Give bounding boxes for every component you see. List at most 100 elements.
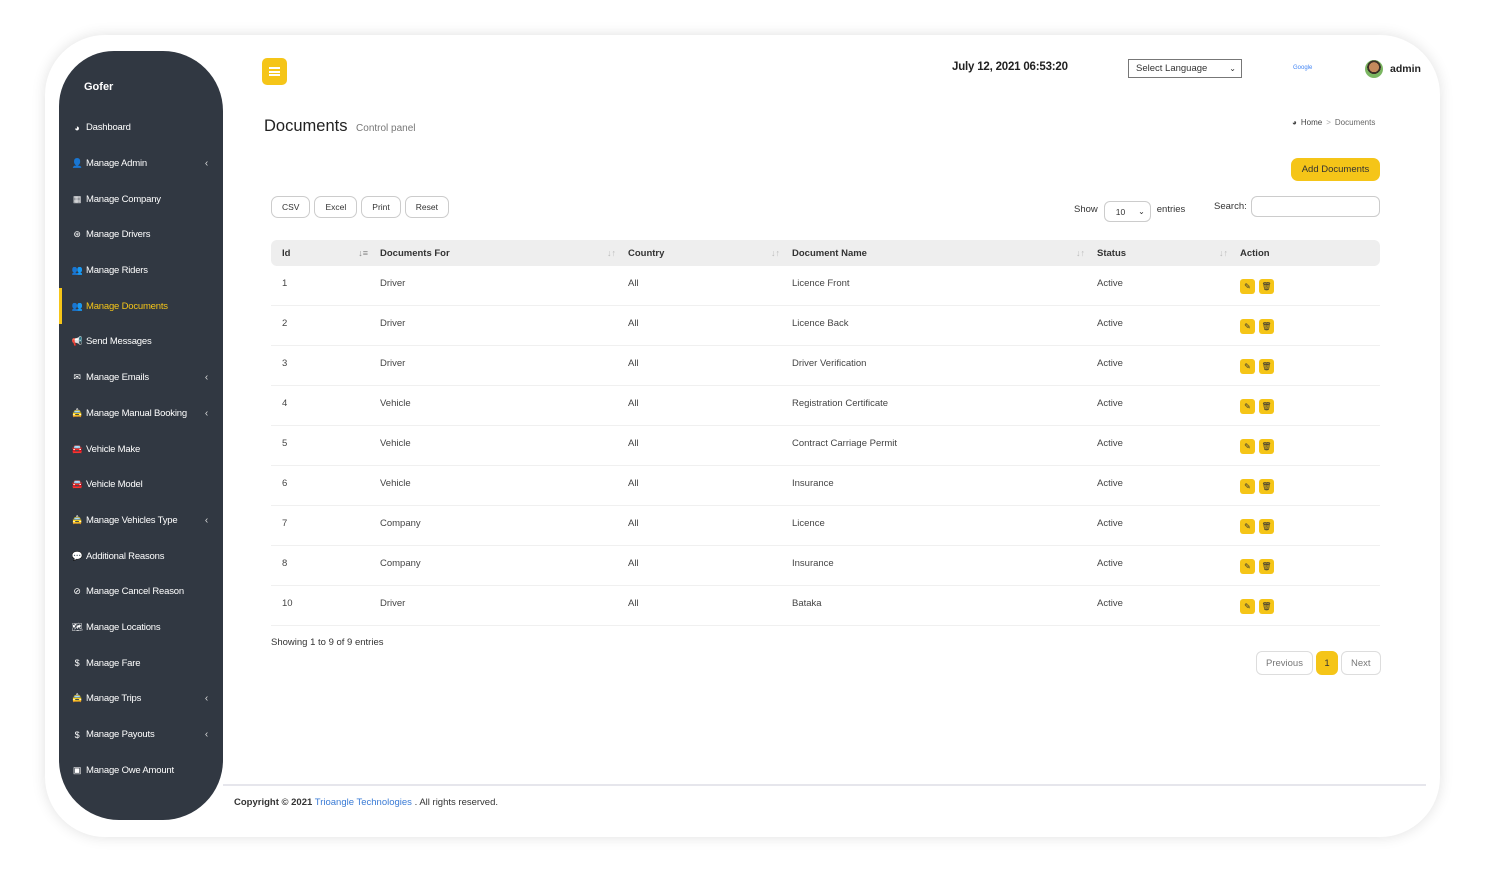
breadcrumb-home[interactable]: Home [1301,118,1322,127]
breadcrumb: ◕ Home > Documents [1292,118,1375,127]
delete-button[interactable]: 🗑 [1259,438,1274,454]
copyright-text: Copyright © 2021 [234,797,313,808]
page-1-button[interactable]: 1 [1315,651,1338,675]
sidebar-item-label: Manage Documents [86,300,168,312]
delete-button[interactable]: 🗑 [1259,558,1274,574]
previous-page-button[interactable]: Previous [1256,651,1313,675]
edit-button[interactable]: ✎ [1240,438,1255,454]
cell-country: All [628,398,639,409]
sidebar-item-dashboard[interactable]: ◕ Dashboard [59,110,223,146]
sidebar-item-label: Dashboard [86,122,131,134]
page-length-select[interactable]: 10 ⌄ [1103,201,1151,222]
footer: Copyright © 2021 Trioangle Technologies … [234,797,498,808]
cell-id: 8 [282,558,288,569]
user-name[interactable]: admin [1390,63,1421,75]
sidebar-item-manage-locations[interactable]: 🗺 Manage Locations [59,610,223,646]
edit-button[interactable]: ✎ [1240,358,1255,374]
sidebar-item-vehicle-model[interactable]: 🚘 Vehicle Model [59,467,223,503]
column-header-documents-for[interactable]: Documents For ↓↑ [380,248,628,259]
cell-country: All [628,478,639,489]
sidebar-item-manage-owe-amount[interactable]: ▣ Manage Owe Amount [59,752,223,788]
delete-button[interactable]: 🗑 [1259,278,1274,294]
cell-document-name: Licence [792,518,825,529]
reset-button[interactable]: Reset [404,196,449,218]
cell-action: ✎ 🗑 [1240,514,1380,534]
table-body: 1 Driver All Licence Front Active ✎ 🗑 2 Driver Al… [271,266,1380,626]
envelope-icon: ✉ [73,372,81,383]
breadcrumb-current: Documents [1334,118,1376,127]
chevron-left-icon: ‹ [204,729,208,741]
sidebar-item-label: Manage Vehicles Type [86,514,178,526]
edit-button[interactable]: ✎ [1240,598,1255,614]
edit-button[interactable]: ✎ [1240,398,1255,414]
edit-button[interactable]: ✎ [1240,318,1255,334]
car-icon: 🚘 [71,443,83,454]
edit-button[interactable]: ✎ [1240,558,1255,574]
taxi-icon: 🚖 [71,514,83,525]
export-buttons: CSV Excel Print Reset [271,196,449,218]
sidebar-item-label: Vehicle Make [86,443,141,455]
csv-button[interactable]: CSV [271,196,311,218]
sidebar-item-manage-admin[interactable]: 👤 Manage Admin ‹ [59,146,223,182]
cell-status: Active [1097,598,1123,609]
sidebar-item-manage-fare[interactable]: $ Manage Fare [59,645,223,681]
edit-button[interactable]: ✎ [1240,518,1255,534]
edit-button[interactable]: ✎ [1240,478,1255,494]
sidebar-item-manage-company[interactable]: ▦ Manage Company [59,181,223,217]
edit-button[interactable]: ✎ [1240,278,1255,294]
delete-button[interactable]: 🗑 [1259,518,1274,534]
delete-button[interactable]: 🗑 [1259,398,1274,414]
sidebar-item-send-messages[interactable]: 📢 Send Messages [59,324,223,360]
sidebar-item-label: Manage Owe Amount [86,764,174,776]
column-header-status[interactable]: Status ↓↑ [1097,248,1240,259]
delete-button[interactable]: 🗑 [1259,358,1274,374]
chevron-left-icon: ‹ [204,693,208,705]
cell-document-name: Registration Certificate [792,398,889,409]
sidebar-item-manage-emails[interactable]: ✉ Manage Emails ‹ [59,360,223,396]
cell-country: All [628,438,639,449]
sidebar-item-label: Manage Admin [86,158,147,170]
sidebar-item-manage-documents[interactable]: 👥 Manage Documents [59,288,223,324]
sort-icon: ↓↑ [1219,247,1228,258]
sidebar-item-manage-cancel-reason[interactable]: ⊘ Manage Cancel Reason [59,574,223,610]
table-row: 2 Driver All Licence Back Active ✎ 🗑 [271,306,1380,346]
brand-logo[interactable]: Gofer [84,81,113,93]
sidebar-item-manage-trips[interactable]: 🚖 Manage Trips ‹ [59,681,223,717]
sidebar-item-label: Manage Manual Booking [86,407,187,419]
delete-button[interactable]: 🗑 [1259,478,1274,494]
chevron-down-icon: ⌄ [1138,207,1145,216]
sidebar-item-manage-riders[interactable]: 👥 Manage Riders [59,253,223,289]
sidebar-item-vehicle-make[interactable]: 🚘 Vehicle Make [59,431,223,467]
sidebar-item-manage-vehicles-type[interactable]: 🚖 Manage Vehicles Type ‹ [59,503,223,539]
sidebar-item-manage-payouts[interactable]: $ Manage Payouts ‹ [59,717,223,753]
table-row: 5 Vehicle All Contract Carriage Permit Activ… [271,426,1380,466]
sidebar-item-manage-drivers[interactable]: ⊛ Manage Drivers [59,217,223,253]
company-link[interactable]: Trioangle Technologies [315,797,412,808]
sidebar-item-additional-reasons[interactable]: 💬 Additional Reasons [59,538,223,574]
map-icon: 🗺 [71,621,83,632]
cell-action: ✎ 🗑 [1240,314,1380,334]
menu-toggle-button[interactable] [262,58,287,85]
language-select[interactable]: Select Language ⌄ [1128,59,1242,78]
pencil-icon: ✎ [1244,361,1251,371]
add-documents-button[interactable]: Add Documents [1291,158,1380,181]
sidebar-item-manage-manual-booking[interactable]: 🚖 Manage Manual Booking ‹ [59,396,223,432]
column-header-id[interactable]: Id ↓≡ [271,248,380,259]
chevron-left-icon: ‹ [204,158,208,170]
cell-action: ✎ 🗑 [1240,434,1380,454]
cell-documents-for: Driver [380,358,406,369]
column-header-country[interactable]: Country ↓↑ [628,248,792,259]
cell-country: All [628,598,639,609]
table-row: 7 Company All Licence Active ✎ 🗑 [271,506,1380,546]
delete-button[interactable]: 🗑 [1259,318,1274,334]
excel-button[interactable]: Excel [314,196,358,218]
column-header-document-name[interactable]: Document Name ↓↑ [792,248,1097,259]
trash-icon: 🗑 [1261,281,1272,291]
print-button[interactable]: Print [361,196,401,218]
next-page-button[interactable]: Next [1340,651,1381,675]
delete-button[interactable]: 🗑 [1259,598,1274,614]
pencil-icon: ✎ [1244,561,1251,571]
avatar[interactable] [1365,60,1383,78]
cell-documents-for: Driver [380,318,406,329]
search-input[interactable] [1250,196,1380,217]
